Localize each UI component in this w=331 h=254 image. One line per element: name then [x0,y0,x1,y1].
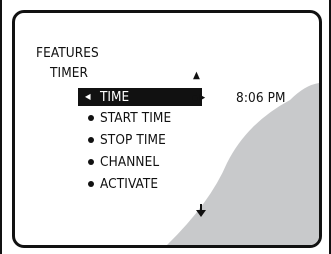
bullet-icon [88,137,94,143]
menu-item-label: STOP TIME [100,132,166,148]
bullet-icon [88,115,94,121]
osd-screen: FEATURES TIMER ▲ ◀ TIME ▶ 8:06 PM START … [12,10,322,248]
menu-item-start-time[interactable]: START TIME [78,109,202,127]
time-value: 8:06 PM [236,90,286,106]
menu-item-label: ACTIVATE [100,176,159,192]
menu-item-time[interactable]: ◀ TIME [78,88,202,106]
bullet-icon [88,159,94,165]
scroll-down-icon[interactable] [196,204,206,218]
left-triangle-icon: ◀ [85,92,91,101]
menu-item-activate[interactable]: ACTIVATE [78,175,202,193]
menu-item-label: CHANNEL [100,154,160,170]
submenu-title: TIMER [50,65,89,81]
menu-title: FEATURES [36,45,99,61]
menu-item-label: TIME [100,89,130,105]
menu-item-stop-time[interactable]: STOP TIME [78,131,202,149]
bullet-icon [88,181,94,187]
menu-item-channel[interactable]: CHANNEL [78,153,202,171]
tv-frame: FEATURES TIMER ▲ ◀ TIME ▶ 8:06 PM START … [0,0,331,254]
scroll-up-icon[interactable]: ▲ [193,71,200,81]
dot-right-arrow-icon: ▶ [192,93,210,103]
menu-item-label: START TIME [100,110,172,126]
